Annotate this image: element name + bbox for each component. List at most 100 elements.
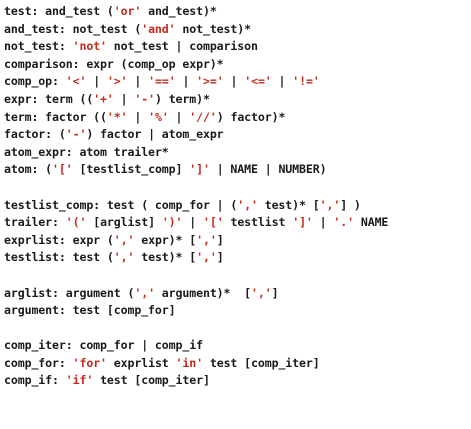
string-literal: '<=' xyxy=(244,74,272,89)
block-separator xyxy=(4,179,470,197)
grammar-block: testlist_comp: test ( comp_for | (',' te… xyxy=(4,197,470,267)
string-literal: '[' xyxy=(203,215,224,230)
string-literal: '!=' xyxy=(292,74,320,89)
string-literal: ',' xyxy=(113,250,135,265)
string-literal: ',' xyxy=(134,285,155,300)
string-literal: '-' xyxy=(65,127,87,142)
string-literal: ',' xyxy=(113,232,135,247)
rule-text: term: factor (( xyxy=(4,109,107,124)
rule-text: comp_op: xyxy=(4,74,66,89)
block-separator xyxy=(4,320,470,338)
rule-text: | xyxy=(127,109,149,124)
string-literal: 'for' xyxy=(72,355,107,370)
rule-text: not_test | comparison xyxy=(106,39,258,54)
rule-text: | xyxy=(168,109,190,124)
string-literal: '.' xyxy=(333,215,354,230)
grammar-rule-line: not_test: 'not' not_test | comparison xyxy=(4,38,470,56)
rule-text: [arglist] xyxy=(86,215,162,230)
grammar-rule-line: comp_op: '<' | '>' | '==' | '>=' | '<=' … xyxy=(4,73,470,91)
string-literal: ',' xyxy=(196,232,217,247)
grammar-rule-line: test: and_test ('or' and_test)* xyxy=(4,3,470,21)
grammar-rule-line: and_test: not_test ('and' not_test)* xyxy=(4,21,470,39)
rule-text: [testlist_comp] xyxy=(72,162,190,177)
rule-text: comp_iter: comp_for | comp_if xyxy=(4,338,203,353)
string-literal: 'if' xyxy=(65,373,94,388)
rule-text: | xyxy=(86,74,107,89)
rule-text: argument: test [comp_for] xyxy=(4,303,176,318)
grammar-rule-line: testlist: test (',' test)* [','] xyxy=(4,249,470,267)
rule-text: trailer: xyxy=(4,215,66,230)
string-literal: ']' xyxy=(189,162,210,177)
string-literal: ',' xyxy=(237,197,258,212)
grammar-rule-line: atom_expr: atom trailer* xyxy=(4,144,470,162)
rule-text: expr)* [ xyxy=(134,232,197,247)
rule-text: expr: term (( xyxy=(4,91,94,106)
string-literal: ',' xyxy=(319,197,341,212)
rule-text: | xyxy=(182,215,203,230)
rule-text: ) factor | atom_expr xyxy=(86,127,224,142)
string-literal: '>=' xyxy=(196,74,224,89)
string-literal: ',' xyxy=(250,285,272,300)
grammar-rule-line: exprlist: expr (',' expr)* [','] xyxy=(4,232,470,250)
rule-text: | xyxy=(312,215,334,230)
rule-text: | xyxy=(175,74,197,89)
string-literal: '+' xyxy=(93,91,114,106)
string-literal: '*' xyxy=(106,109,128,124)
grammar-rule-line: comp_for: 'for' exprlist 'in' test [comp… xyxy=(4,355,470,373)
rule-text: | xyxy=(113,91,135,106)
string-literal: ')' xyxy=(161,215,183,230)
rule-text: exprlist: expr ( xyxy=(4,232,114,247)
rule-text: ] ) xyxy=(340,197,361,212)
string-literal: 'not' xyxy=(72,39,107,54)
rule-text: comparison: expr (comp_op expr)* xyxy=(4,56,224,71)
rule-text: not_test)* xyxy=(175,21,251,36)
rule-text: test [comp_iter] xyxy=(202,355,320,370)
grammar-block: comp_iter: comp_for | comp_if comp_for: '… xyxy=(4,337,470,390)
rule-text: and_test: not_test ( xyxy=(4,21,142,36)
rule-text: | xyxy=(223,74,245,89)
rule-text: factor: ( xyxy=(4,127,66,142)
rule-text: comp_for: xyxy=(4,355,73,370)
grammar-rule-line: arglist: argument (',' argument)* [','] xyxy=(4,285,470,303)
rule-text: test)* [ xyxy=(257,197,320,212)
rule-text: ) term)* xyxy=(154,91,210,106)
block-separator xyxy=(4,267,470,285)
string-literal: '==' xyxy=(148,74,176,89)
grammar-rule-line: testlist_comp: test ( comp_for | (',' te… xyxy=(4,197,470,215)
rule-text: not_test: xyxy=(4,39,73,54)
rule-text: ] xyxy=(271,285,279,300)
string-literal: ']' xyxy=(292,215,313,230)
string-literal: '>' xyxy=(106,74,128,89)
rule-text: ) factor)* xyxy=(216,109,286,124)
string-literal: '%' xyxy=(148,109,169,124)
rule-text: NAME xyxy=(353,215,389,230)
grammar-block: test: and_test ('or' and_test)* and_test:… xyxy=(4,3,470,179)
rule-text: test)* [ xyxy=(134,250,197,265)
rule-text: test [comp_iter] xyxy=(93,373,210,388)
grammar-rule-line: comp_iter: comp_for | comp_if xyxy=(4,337,470,355)
rule-text: and_test)* xyxy=(141,4,217,18)
grammar-block: arglist: argument (',' argument)* [','] a… xyxy=(4,285,470,320)
rule-text: argument)* [ xyxy=(154,285,251,300)
grammar-rule-line: term: factor (('*' | '%' | '//') factor)… xyxy=(4,109,470,127)
string-literal: '(' xyxy=(65,215,87,230)
string-literal: '-' xyxy=(134,91,155,106)
rule-text: ] xyxy=(216,232,224,247)
rule-text: arglist: argument ( xyxy=(4,285,135,300)
grammar-rule-line: expr: term (('+' | '-') term)* xyxy=(4,91,470,109)
grammar-rule-line: atom: ('[' [testlist_comp] ']' | NAME | … xyxy=(4,161,470,179)
rule-text: comp_if: xyxy=(4,373,66,388)
grammar-rule-line: trailer: '(' [arglist] ')' | '[' testlis… xyxy=(4,214,470,232)
rule-text: testlist xyxy=(223,215,293,230)
rule-text: atom_expr: atom trailer* xyxy=(4,144,169,159)
rule-text: | xyxy=(127,74,149,89)
grammar-rule-line: factor: ('-') factor | atom_expr xyxy=(4,126,470,144)
rule-text: | NAME | NUMBER) xyxy=(209,162,327,177)
string-literal: 'in' xyxy=(175,355,204,370)
string-literal: '//' xyxy=(189,109,217,124)
rule-text: test: and_test ( xyxy=(4,4,114,18)
string-literal: '[' xyxy=(52,162,73,177)
rule-text: atom: ( xyxy=(4,162,53,177)
rule-text: ] xyxy=(216,250,224,265)
grammar-listing: test: and_test ('or' and_test)* and_test:… xyxy=(4,3,470,390)
